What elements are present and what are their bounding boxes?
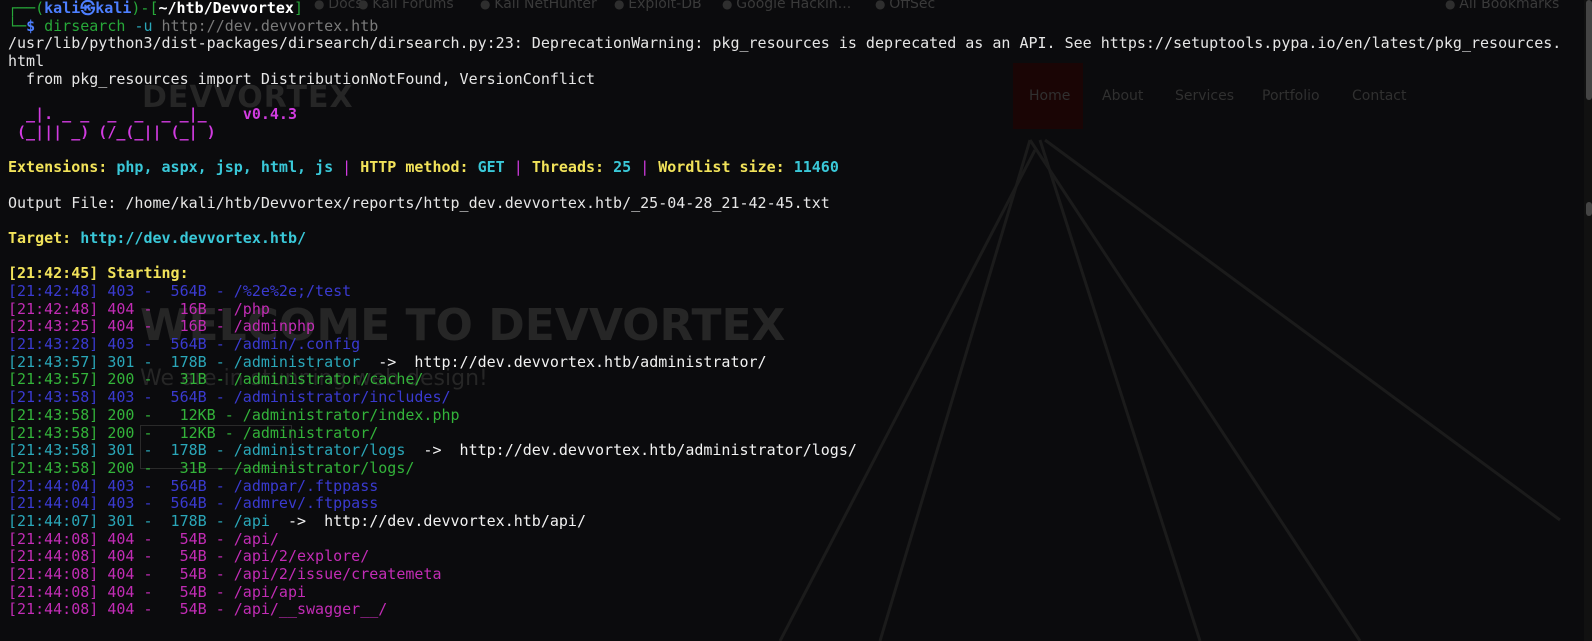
banner-art-2: (_||| _) (/_(_|| (_| )	[8, 122, 216, 141]
scrollbar-thumb[interactable]	[1586, 0, 1592, 100]
result-row: [21:43:28] 403 - 564B - /admin/.config	[8, 335, 1564, 354]
version: v0.4.3	[242, 105, 297, 124]
result-row: [21:44:08] 404 - 54B - /api/2/issue/crea…	[8, 565, 1564, 584]
result-row: [21:43:58] 200 - 12KB - /administrator/i…	[8, 405, 1564, 425]
result-entry: [21:43:58] 200 - 12KB - /administrator/i…	[8, 405, 460, 424]
redirect-target: -> http://dev.devvortex.htb/administrato…	[405, 441, 857, 460]
result-row: [21:43:58] 301 - 178B - /administrator/l…	[8, 441, 1564, 460]
target-line: Target: http://dev.devvortex.htb/	[8, 228, 307, 247]
deprecation-import: from pkg_resources import DistributionNo…	[8, 69, 595, 88]
prompt-path: ~/htb/Devvortex	[158, 0, 294, 17]
result-entry: [21:43:57] 301 - 178B - /administrator	[8, 352, 361, 371]
command: dirsearch	[44, 16, 126, 35]
result-row: [21:44:04] 403 - 564B - /admpar/.ftppass	[8, 476, 1564, 496]
result-entry: [21:43:58] 403 - 564B - /administrator/i…	[8, 388, 451, 407]
result-row: [21:43:25] 404 - 16B - /adminphp	[8, 318, 1564, 336]
result-entry: [21:42:48] 404 - 16B - /php	[8, 299, 270, 318]
result-entry: [21:43:28] 403 - 564B - /admin/.config	[8, 335, 361, 354]
deprecation-warning: /usr/lib/python3/dist-packages/dirsearch…	[8, 34, 1562, 71]
result-row: [21:44:04] 403 - 564B - /admrev/.ftppass	[8, 494, 1564, 513]
result-entry: [21:44:08] 404 - 54B - /api/	[8, 529, 279, 548]
result-row: [21:43:58] 200 - 31B - /administrator/lo…	[8, 458, 1564, 478]
result-entry: [21:43:58] 301 - 178B - /administrator/l…	[8, 441, 406, 460]
result-row: [21:44:08] 404 - 54B - /api/2/explore/	[8, 547, 1564, 566]
result-entry: [21:43:25] 404 - 16B - /adminphp	[8, 317, 316, 336]
starting-line: [21:42:45] Starting:	[8, 264, 189, 283]
result-row: [21:44:08] 404 - 54B - /api/	[8, 529, 1564, 549]
results-list: [21:42:48] 403 - 564B - /%2e%2e;/test [21…	[8, 282, 1564, 619]
result-row: [21:42:48] 404 - 16B - /php	[8, 299, 1564, 319]
result-entry: [21:44:07] 301 - 178B - /api	[8, 511, 270, 530]
result-row: [21:44:08] 404 - 54B - /api/api	[8, 582, 1564, 602]
result-entry: [21:44:08] 404 - 54B - /api/2/issue/crea…	[8, 565, 442, 584]
config-line: Extensions: php, aspx, jsp, html, js | H…	[8, 158, 839, 177]
result-entry: [21:42:48] 403 - 564B - /%2e%2e;/test	[8, 282, 352, 301]
result-entry: [21:44:08] 404 - 54B - /api/api	[8, 582, 307, 601]
prompt-line-2: └─$ dirsearch -u http://dev.devvortex.ht…	[8, 16, 379, 35]
scrollbar-marker	[1586, 202, 1592, 216]
result-row: [21:44:08] 404 - 54B - /api/__swagger__/	[8, 601, 1564, 619]
redirect-target: -> http://dev.devvortex.htb/administrato…	[360, 352, 767, 371]
result-row: [21:42:48] 403 - 564B - /%2e%2e;/test	[8, 282, 1564, 301]
prompt-line-1: ┌──(kali㉿kali)-[~/htb/Devvortex]	[8, 0, 303, 17]
page-scrollbar[interactable]	[1584, 0, 1592, 641]
result-entry: [21:44:04] 403 - 564B - /admrev/.ftppass	[8, 494, 379, 513]
terminal-output[interactable]: ┌──(kali㉿kali)-[~/htb/Devvortex] └─$ dir…	[8, 0, 1564, 619]
result-entry: [21:44:04] 403 - 564B - /admpar/.ftppass	[8, 476, 379, 495]
result-row: [21:43:57] 200 - 31B - /administrator/ca…	[8, 371, 1564, 389]
result-row: [21:43:58] 403 - 564B - /administrator/i…	[8, 388, 1564, 407]
result-row: [21:43:57] 301 - 178B - /administrator -…	[8, 352, 1564, 372]
result-row: [21:44:07] 301 - 178B - /api -> http://d…	[8, 511, 1564, 531]
output-file: Output File: /home/kali/htb/Devvortex/re…	[8, 193, 830, 212]
result-entry: [21:44:08] 404 - 54B - /api/2/explore/	[8, 547, 370, 566]
banner-art-1: _|. _ _ _ _ _ _|_ v0.4.3	[8, 105, 297, 124]
result-entry: [21:43:58] 200 - 31B - /administrator/lo…	[8, 458, 415, 477]
result-row: [21:43:58] 200 - 12KB - /administrator/	[8, 423, 1564, 443]
result-entry: [21:43:57] 200 - 31B - /administrator/ca…	[8, 370, 424, 389]
result-entry: [21:44:08] 404 - 54B - /api/__swagger__/	[8, 600, 388, 619]
result-entry: [21:43:58] 200 - 12KB - /administrator/	[8, 423, 379, 442]
redirect-target: -> http://dev.devvortex.htb/api/	[269, 511, 586, 530]
